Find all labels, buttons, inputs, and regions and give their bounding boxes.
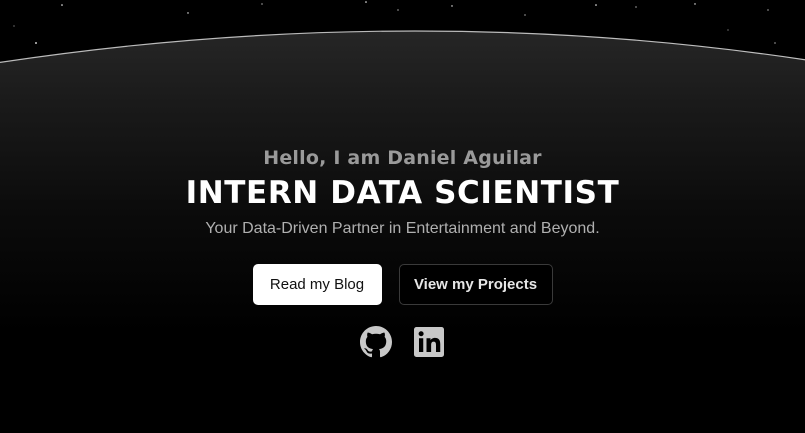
- github-link[interactable]: [360, 326, 392, 358]
- social-links: [0, 326, 805, 358]
- greeting-text: Hello, I am Daniel Aguilar: [263, 147, 542, 169]
- read-blog-button[interactable]: Read my Blog: [252, 264, 382, 305]
- hero-section: Hello, I am Daniel Aguilar INTERN DATA S…: [0, 0, 805, 433]
- page-title: INTERN DATA SCIENTIST: [185, 175, 620, 211]
- tagline-text: Your Data-Driven Partner in Entertainmen…: [205, 220, 600, 237]
- github-icon: [360, 326, 392, 358]
- linkedin-icon: [414, 327, 444, 357]
- view-projects-button[interactable]: View my Projects: [398, 264, 553, 305]
- linkedin-link[interactable]: [413, 326, 445, 358]
- cta-buttons: Read my Blog View my Projects: [0, 264, 805, 305]
- hero-content: Hello, I am Daniel Aguilar INTERN DATA S…: [0, 145, 805, 358]
